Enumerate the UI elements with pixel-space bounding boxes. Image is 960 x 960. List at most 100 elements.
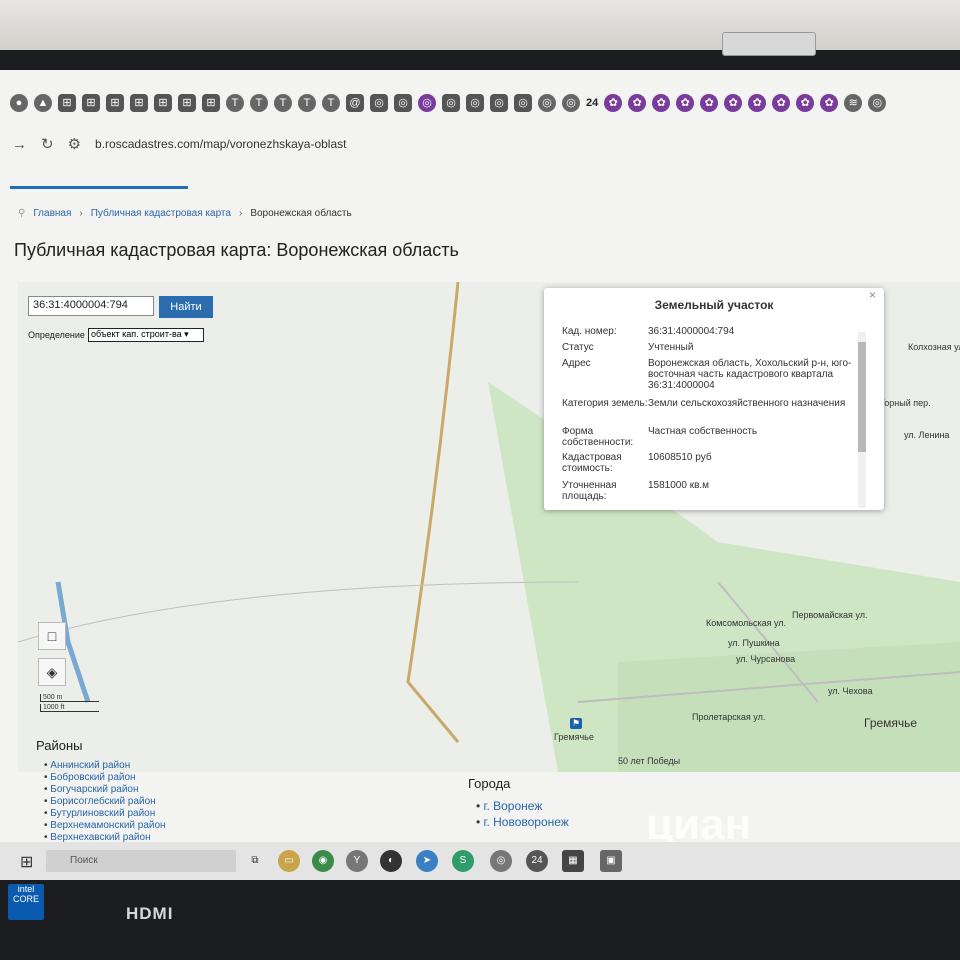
layers-icon: ◈	[46, 664, 58, 680]
breadcrumb-map[interactable]: Публичная кадастровая карта	[91, 208, 231, 219]
find-button[interactable]: Найти	[159, 296, 213, 318]
popup-value: Земли сельскохозяйственного назначения	[648, 398, 846, 409]
cadastral-search-input[interactable]: 36:31:4000004:794	[28, 296, 154, 316]
telegram-icon[interactable]: ➤	[416, 850, 438, 872]
bookmark-icon[interactable]: ◎	[538, 94, 556, 112]
popup-row: Уточненная площадь: 1581000 кв.м	[562, 480, 858, 502]
city-link[interactable]: г. Нововоронеж	[476, 814, 569, 830]
bookmark-icon[interactable]: ◎	[868, 94, 887, 112]
definition-select-value: объект кап. строит-ва	[91, 329, 182, 339]
district-link[interactable]: Борисоглебский район	[44, 796, 166, 808]
bookmark-icon[interactable]: ✿	[628, 94, 647, 112]
bookmark-icon[interactable]: ▲	[34, 94, 52, 112]
layers-tool[interactable]: ◈	[38, 658, 66, 686]
bookmark-icon[interactable]: T	[322, 94, 340, 112]
popup-scrollbar[interactable]	[858, 332, 866, 508]
scale-metric: 500 m	[40, 694, 99, 702]
bookmark-icon[interactable]: T	[274, 94, 292, 112]
road	[18, 581, 579, 643]
bookmark-icon[interactable]: ●	[10, 94, 28, 112]
bookmark-icon[interactable]: ✿	[820, 94, 839, 112]
taskbar-search[interactable]: Поиск	[46, 850, 236, 872]
popup-key: Кадастровая стоимость:	[562, 452, 622, 474]
bookmark-icon[interactable]: ◎	[418, 94, 436, 112]
windows-start-icon[interactable]: ⊞	[20, 852, 33, 872]
district-link[interactable]: Аннинский район	[44, 760, 166, 772]
bookmark-icon[interactable]: ⊞	[58, 94, 76, 112]
bookmark-icon[interactable]: ✿	[796, 94, 815, 112]
url-field[interactable]: b.roscadastres.com/map/voronezhskaya-obl…	[95, 137, 346, 151]
folder-icon[interactable]: ▭	[278, 850, 300, 872]
bookmark-icon[interactable]: ◎	[514, 94, 532, 112]
select-area-tool[interactable]: □	[38, 622, 66, 650]
bookmark-icon[interactable]: ⊞	[178, 94, 196, 112]
bookmark-icon[interactable]: ✿	[724, 94, 743, 112]
cities-list: г. Воронеж г. Нововоронеж	[476, 798, 569, 830]
districts-list: Аннинский район Бобровский район Богучар…	[44, 760, 166, 844]
calculator-icon[interactable]: ▦	[562, 850, 584, 872]
intel-core-sticker: intel CORE	[8, 884, 44, 920]
bookmark-icon[interactable]: ◎	[442, 94, 460, 112]
map-label-pushkina: ул. Пушкина	[728, 638, 780, 648]
popup-title: Земельный участок	[654, 298, 774, 312]
district-link[interactable]: Бобровский район	[44, 772, 166, 784]
popup-value: 10608510 руб	[648, 452, 712, 463]
bookmark-icon[interactable]: ✿	[604, 94, 623, 112]
bookmark-icon[interactable]: ◎	[394, 94, 412, 112]
bookmark-icon[interactable]: ◎	[370, 94, 388, 112]
breadcrumb-current: Воронежская область	[250, 208, 352, 219]
page-progress-bar	[10, 186, 188, 189]
breadcrumb-home[interactable]: Главная	[33, 208, 71, 219]
bookmark-icon[interactable]: ✿	[700, 94, 719, 112]
popup-value: Учтенный	[648, 342, 694, 353]
road	[406, 282, 460, 743]
bookmark-icon[interactable]: ⊞	[106, 94, 124, 112]
chrome-icon[interactable]: ◎	[490, 850, 512, 872]
task-view-icon[interactable]: ⧉	[244, 850, 266, 872]
district-link[interactable]: Богучарский район	[44, 784, 166, 796]
bookmark-icon[interactable]: ✿	[676, 94, 695, 112]
reload-icon[interactable]: ↻	[41, 135, 54, 153]
forward-icon[interactable]: →	[12, 136, 27, 153]
cadastral-map[interactable]: 36:31:4000004:794 Найти Определение объе…	[18, 282, 960, 772]
app-icon[interactable]: ◉	[312, 850, 334, 872]
bookmark-24[interactable]: 24	[586, 94, 598, 112]
breadcrumb-separator: ›	[79, 208, 83, 219]
map-label-gremyachye-station: Гремячье	[554, 732, 594, 742]
popup-key: Уточненная площадь:	[562, 480, 617, 502]
popup-value: 36:31:4000004:794	[648, 326, 735, 337]
bookmark-icon[interactable]: ◎	[466, 94, 484, 112]
bookmark-icon[interactable]: @	[346, 94, 364, 112]
bookmark-icon[interactable]: ✿	[652, 94, 671, 112]
skype-icon[interactable]: S	[452, 850, 474, 872]
parcel-info-popup: Земельный участок × Кад. номер: 36:31:400…	[544, 288, 884, 510]
app-icon[interactable]: 24	[526, 850, 548, 872]
yandex-icon[interactable]: Y	[346, 850, 368, 872]
site-settings-icon[interactable]: ⚙	[68, 135, 81, 153]
bookmark-icon[interactable]: ⊞	[154, 94, 172, 112]
bookmark-icon[interactable]: T	[298, 94, 316, 112]
definition-select[interactable]: объект кап. строит-ва ▾	[88, 328, 204, 342]
app-icon[interactable]: ▣	[600, 850, 622, 872]
map-label-chekhova: ул. Чехова	[828, 686, 873, 696]
bookmark-icon[interactable]: T	[250, 94, 268, 112]
bookmark-icon[interactable]: ◎	[490, 94, 508, 112]
station-icon: ⚑	[570, 718, 583, 729]
popup-value: Воронежская область, Хохольский р-н, юго…	[648, 358, 852, 391]
bookmark-icon[interactable]: ✿	[772, 94, 791, 112]
close-icon[interactable]: ×	[869, 288, 876, 302]
bookmark-icon[interactable]: T	[226, 94, 244, 112]
district-link[interactable]: Бутурлиновский район	[44, 808, 166, 820]
district-link[interactable]: Верхнемамонский район	[44, 820, 165, 832]
map-label-gorny: Горный пер.	[880, 398, 931, 408]
city-link[interactable]: г. Воронеж	[476, 798, 569, 814]
definition-label: Определение	[28, 330, 85, 340]
app-icon[interactable]: ◐	[380, 850, 402, 872]
bookmark-icon[interactable]: ≋	[844, 94, 863, 112]
scrollbar-thumb[interactable]	[858, 342, 866, 452]
bookmark-icon[interactable]: ⊞	[82, 94, 100, 112]
bookmark-icon[interactable]: ⊞	[202, 94, 220, 112]
bookmark-icon[interactable]: ◎	[562, 94, 580, 112]
bookmark-icon[interactable]: ⊞	[130, 94, 148, 112]
bookmark-icon[interactable]: ✿	[748, 94, 767, 112]
